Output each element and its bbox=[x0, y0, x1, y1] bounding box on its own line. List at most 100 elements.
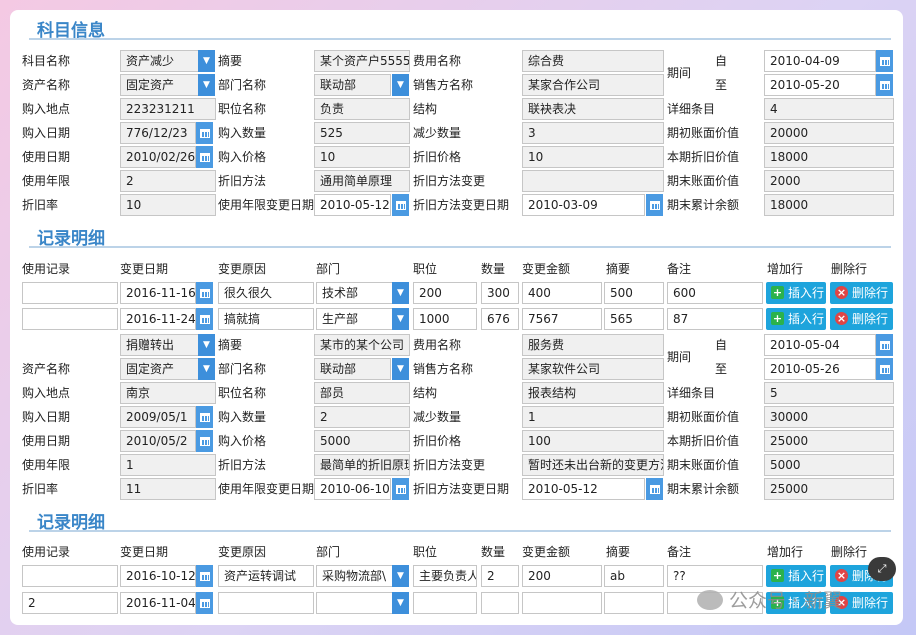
purchase-place-field[interactable]: 南京 bbox=[120, 382, 216, 404]
calendar-icon[interactable] bbox=[876, 74, 893, 96]
delete-row-button[interactable]: × 删除行 bbox=[830, 308, 893, 330]
structure-field[interactable]: 报表结构 bbox=[522, 382, 664, 404]
dropdown-arrow-icon[interactable]: ▼ bbox=[392, 74, 409, 96]
use-date-field[interactable]: 2010/02/26 bbox=[120, 146, 196, 168]
current-depreciation-field[interactable]: 18000 bbox=[764, 146, 894, 168]
usage-record-field[interactable] bbox=[22, 282, 118, 304]
department-select[interactable]: 采购物流部\ bbox=[316, 565, 393, 587]
change-date-field[interactable]: 2016-10-12 bbox=[120, 565, 196, 587]
dropdown-arrow-icon[interactable]: ▼ bbox=[392, 308, 409, 330]
seller-name-field[interactable]: 某家软件公司 bbox=[522, 358, 664, 380]
closing-balance-field[interactable]: 18000 bbox=[764, 194, 894, 216]
change-reason-field[interactable]: 很久很久 bbox=[218, 282, 314, 304]
row-summary-field[interactable]: 565 bbox=[604, 308, 664, 330]
expand-icon[interactable]: ⤢ bbox=[868, 557, 896, 581]
note-field[interactable]: ?? bbox=[667, 565, 763, 587]
dropdown-arrow-icon[interactable]: ▼ bbox=[392, 592, 409, 614]
depreciation-change-field[interactable] bbox=[522, 170, 664, 192]
calendar-icon[interactable] bbox=[646, 478, 663, 500]
change-date-field[interactable]: 2016-11-16 bbox=[120, 282, 196, 304]
dropdown-arrow-icon[interactable]: ▼ bbox=[198, 358, 215, 380]
closing-balance-field[interactable]: 25000 bbox=[764, 478, 894, 500]
dropdown-arrow-icon[interactable]: ▼ bbox=[392, 565, 409, 587]
row-summary-field[interactable] bbox=[604, 592, 664, 614]
reduce-qty-field[interactable]: 1 bbox=[522, 406, 664, 428]
dropdown-arrow-icon[interactable]: ▼ bbox=[392, 282, 409, 304]
calendar-icon[interactable] bbox=[646, 194, 663, 216]
purchase-price-field[interactable]: 5000 bbox=[314, 430, 410, 452]
fee-name-field[interactable]: 综合费 bbox=[522, 50, 664, 72]
asset-name-select[interactable]: 固定资产 bbox=[120, 74, 199, 96]
change-reason-field[interactable] bbox=[218, 592, 314, 614]
depreciation-rate-field[interactable]: 11 bbox=[120, 478, 216, 500]
calendar-icon[interactable] bbox=[196, 592, 213, 614]
calendar-icon[interactable] bbox=[876, 358, 893, 380]
calendar-icon[interactable] bbox=[876, 334, 893, 356]
years-change-date-field[interactable]: 2010-06-10 bbox=[314, 478, 391, 500]
change-date-field[interactable]: 2016-11-24 bbox=[120, 308, 196, 330]
years-change-date-field[interactable]: 2010-05-12 bbox=[314, 194, 391, 216]
dropdown-arrow-icon[interactable]: ▼ bbox=[198, 50, 215, 72]
note-field[interactable]: 87 bbox=[667, 308, 763, 330]
purchase-place-field[interactable]: 223231211 bbox=[120, 98, 216, 120]
depreciation-method-field[interactable]: 最简单的折旧原理 bbox=[314, 454, 410, 476]
change-amount-field[interactable]: 400 bbox=[522, 282, 602, 304]
dept-name-select[interactable]: 联动部 bbox=[314, 74, 391, 96]
dropdown-arrow-icon[interactable]: ▼ bbox=[198, 74, 215, 96]
change-reason-field[interactable]: 搞就搞 bbox=[218, 308, 314, 330]
reduce-qty-field[interactable]: 3 bbox=[522, 122, 664, 144]
calendar-icon[interactable] bbox=[196, 430, 213, 452]
change-amount-field[interactable] bbox=[522, 592, 602, 614]
period-to-date[interactable]: 2010-05-20 bbox=[764, 74, 876, 96]
depreciation-price-field[interactable]: 100 bbox=[522, 430, 664, 452]
depreciation-price-field[interactable]: 10 bbox=[522, 146, 664, 168]
method-change-date-field[interactable]: 2010-03-09 bbox=[522, 194, 645, 216]
usage-record-field[interactable]: 2 bbox=[22, 592, 118, 614]
detail-items-field[interactable]: 5 bbox=[764, 382, 894, 404]
note-field[interactable]: 600 bbox=[667, 282, 763, 304]
row-summary-field[interactable]: 500 bbox=[604, 282, 664, 304]
quantity-field[interactable]: 300 bbox=[481, 282, 519, 304]
purchase-price-field[interactable]: 10 bbox=[314, 146, 410, 168]
calendar-icon[interactable] bbox=[196, 565, 213, 587]
change-amount-field[interactable]: 200 bbox=[522, 565, 602, 587]
purchase-qty-field[interactable]: 525 bbox=[314, 122, 410, 144]
position-field[interactable]: 200 bbox=[413, 282, 477, 304]
purchase-date-field[interactable]: 776/12/23 bbox=[120, 122, 196, 144]
summary-field[interactable]: 某市的某个公司 bbox=[314, 334, 410, 356]
usage-record-field[interactable] bbox=[22, 308, 118, 330]
row-summary-field[interactable]: ab bbox=[604, 565, 664, 587]
calendar-icon[interactable] bbox=[196, 146, 213, 168]
asset-name-select[interactable]: 固定资产 bbox=[120, 358, 199, 380]
detail-items-field[interactable]: 4 bbox=[764, 98, 894, 120]
calendar-icon[interactable] bbox=[196, 282, 213, 304]
insert-row-button[interactable]: + 插入行 bbox=[766, 282, 826, 304]
subject-name-select[interactable]: 资产减少 bbox=[120, 50, 199, 72]
dept-name-select[interactable]: 联动部 bbox=[314, 358, 391, 380]
use-years-field[interactable]: 1 bbox=[120, 454, 216, 476]
usage-record-field[interactable] bbox=[22, 565, 118, 587]
quantity-field[interactable]: 676 bbox=[481, 308, 519, 330]
current-depreciation-field[interactable]: 25000 bbox=[764, 430, 894, 452]
department-select[interactable]: 生产部 bbox=[316, 308, 393, 330]
quantity-field[interactable]: 2 bbox=[481, 565, 519, 587]
calendar-icon[interactable] bbox=[196, 122, 213, 144]
purchase-date-field[interactable]: 2009/05/1 bbox=[120, 406, 196, 428]
method-change-date-field[interactable]: 2010-05-12 bbox=[522, 478, 645, 500]
depreciation-change-field[interactable]: 暂时还未出台新的变更方法 bbox=[522, 454, 664, 476]
calendar-icon[interactable] bbox=[392, 194, 409, 216]
closing-book-value-field[interactable]: 5000 bbox=[764, 454, 894, 476]
delete-row-button[interactable]: × 删除行 bbox=[830, 282, 893, 304]
summary-field[interactable]: 某个资产户5555! bbox=[314, 50, 410, 72]
department-select[interactable] bbox=[316, 592, 393, 614]
dropdown-arrow-icon[interactable]: ▼ bbox=[392, 358, 409, 380]
calendar-icon[interactable] bbox=[392, 478, 409, 500]
depreciation-rate-field[interactable]: 10 bbox=[120, 194, 216, 216]
change-date-field[interactable]: 2016-11-04 bbox=[120, 592, 196, 614]
period-to-date[interactable]: 2010-05-26 bbox=[764, 358, 876, 380]
position-name-field[interactable]: 部员 bbox=[314, 382, 410, 404]
change-reason-field[interactable]: 资产运转调试 bbox=[218, 565, 314, 587]
change-amount-field[interactable]: 7567 bbox=[522, 308, 602, 330]
closing-book-value-field[interactable]: 2000 bbox=[764, 170, 894, 192]
insert-row-button[interactable]: + 插入行 bbox=[766, 308, 826, 330]
